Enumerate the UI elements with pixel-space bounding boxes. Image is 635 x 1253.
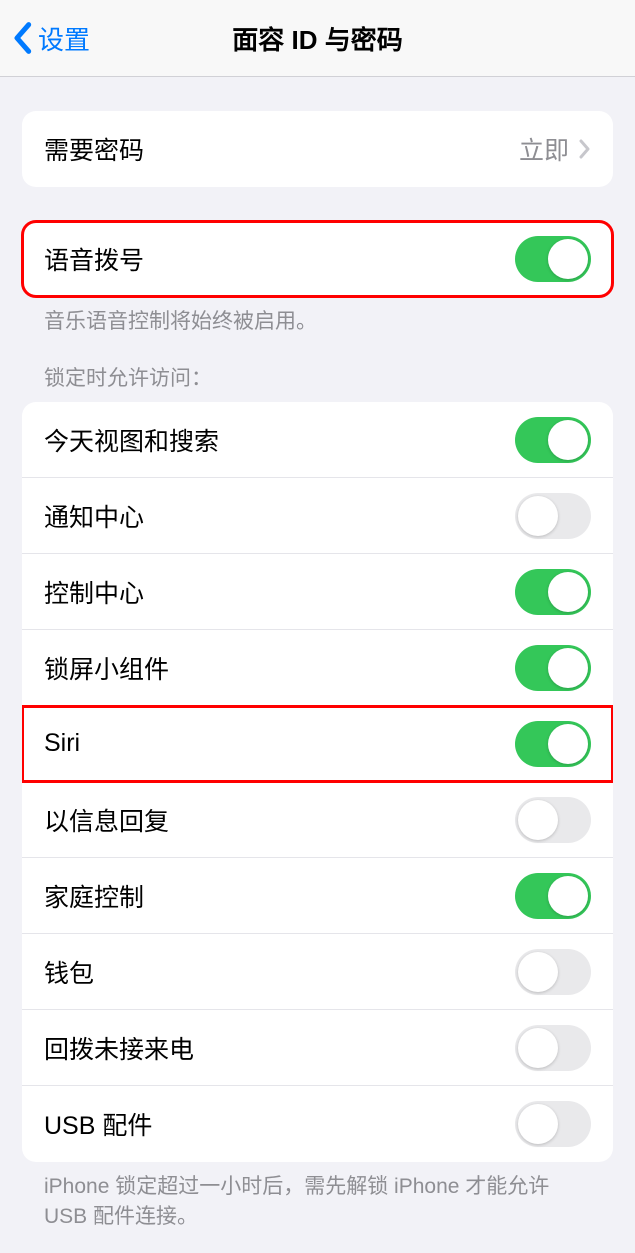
voice-dial-row: 语音拨号 [22,221,613,297]
nav-bar: 设置 面容 ID 与密码 [0,0,635,77]
toggle-knob [518,1104,558,1144]
row-value: 立即 [519,131,591,167]
toggle-knob [518,952,558,992]
toggle-knob [548,648,588,688]
toggle-knob [548,239,588,279]
toggle-knob [548,724,588,764]
lock-access-item-label: 控制中心 [44,574,144,610]
page-title: 面容 ID 与密码 [232,20,402,57]
toggle-knob [548,876,588,916]
lock-access-row: Siri [22,706,613,782]
require-passcode-row[interactable]: 需要密码 立即 [22,111,613,187]
require-passcode-group: 需要密码 立即 [22,111,613,187]
lock-access-row: 家庭控制 [22,858,613,934]
toggle-knob [518,496,558,536]
toggle-knob [548,420,588,460]
lock-access-item-label: 回拨未接来电 [44,1030,194,1066]
voice-dial-group: 语音拨号 [22,221,613,297]
back-button[interactable]: 设置 [12,20,90,57]
lock-access-row: 锁屏小组件 [22,630,613,706]
toggle-knob [518,800,558,840]
toggle-knob [518,1028,558,1068]
lock-access-row: 控制中心 [22,554,613,630]
lock-access-item-label: 家庭控制 [44,878,144,914]
lock-access-item-label: 通知中心 [44,498,144,534]
lock-access-row: 以信息回复 [22,782,613,858]
lock-access-header: 锁定时允许访问： [22,362,613,402]
lock-access-item-label: 锁屏小组件 [44,650,169,686]
lock-access-row: USB 配件 [22,1086,613,1162]
require-passcode-label: 需要密码 [44,131,144,167]
lock-access-row: 钱包 [22,934,613,1010]
voice-dial-toggle[interactable] [515,236,591,282]
lock-access-item-toggle[interactable] [515,645,591,691]
voice-dial-label: 语音拨号 [44,241,144,277]
lock-access-group: 今天视图和搜索通知中心控制中心锁屏小组件 Siri 以信息回复家庭控制钱包回拨未接来… [22,402,613,1162]
voice-dial-footer: 音乐语音控制将始终被启用。 [22,297,613,336]
lock-access-item-label: USB 配件 [44,1106,152,1142]
lock-access-row: 回拨未接来电 [22,1010,613,1086]
back-label: 设置 [38,20,90,57]
lock-access-item-toggle[interactable] [515,873,591,919]
lock-access-item-toggle[interactable] [515,721,591,767]
lock-access-item-toggle[interactable] [515,417,591,463]
lock-access-row: 通知中心 [22,478,613,554]
lock-access-item-label: 以信息回复 [44,802,169,838]
lock-access-item-label: 今天视图和搜索 [44,422,219,458]
chevron-left-icon [12,21,32,55]
chevron-right-icon [579,139,591,159]
lock-access-item-toggle[interactable] [515,569,591,615]
lock-access-item-label: Siri [44,729,80,758]
lock-access-item-toggle[interactable] [515,949,591,995]
lock-access-footer: iPhone 锁定超过一小时后，需先解锁 iPhone 才能允许 USB 配件连… [22,1162,613,1231]
toggle-knob [548,572,588,612]
lock-access-row: 今天视图和搜索 [22,402,613,478]
lock-access-item-toggle[interactable] [515,1101,591,1147]
lock-access-item-toggle[interactable] [515,1025,591,1071]
lock-access-item-toggle[interactable] [515,797,591,843]
require-passcode-value: 立即 [519,131,569,167]
lock-access-item-label: 钱包 [44,954,94,990]
lock-access-item-toggle[interactable] [515,493,591,539]
